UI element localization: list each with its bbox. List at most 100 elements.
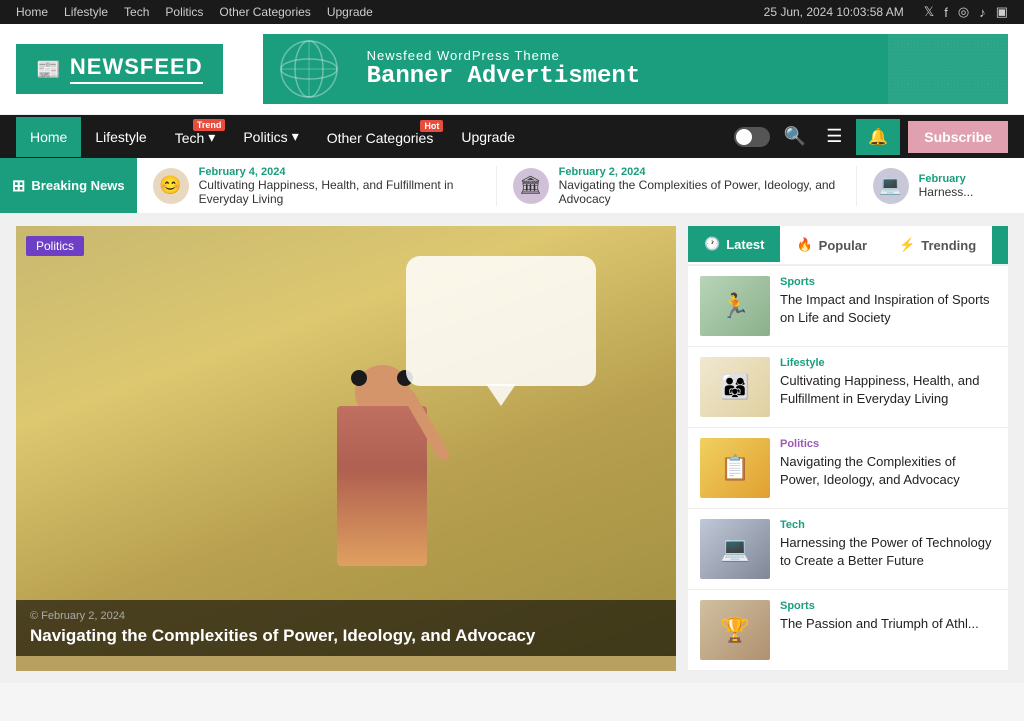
featured-caption: © February 2, 2024 Navigating the Comple… <box>16 600 676 656</box>
logo-icon: 📰 <box>36 57 62 82</box>
breaking-content-1: February 4, 2024 Cultivating Happiness, … <box>199 166 480 206</box>
topnav-home[interactable]: Home <box>16 5 48 19</box>
top-right: 25 Jun, 2024 10:03:58 AM 𝕏 f ◎ ♪ ▣ <box>764 4 1008 20</box>
dark-mode-toggle[interactable] <box>734 127 770 147</box>
nav-right: 🔍 ☰ 🔔 Subscribe <box>734 119 1008 155</box>
breaking-news-bar: ⊞ Breaking News 😊 February 4, 2024 Culti… <box>0 158 1024 214</box>
tab-popular[interactable]: 🔥 Popular <box>780 226 883 264</box>
article-title-4: The Passion and Triumph of Athl... <box>780 615 979 633</box>
breaking-label: ⊞ Breaking News <box>0 158 137 213</box>
grid-icon: ⊞ <box>12 176 25 196</box>
article-thumb-3: 💻 <box>700 519 770 579</box>
nav-other[interactable]: Other Categories Hot <box>313 116 448 158</box>
breaking-content-2: February 2, 2024 Navigating the Complexi… <box>559 166 840 206</box>
article-title-1: Cultivating Happiness, Health, and Fulfi… <box>780 372 996 408</box>
topnav-other[interactable]: Other Categories <box>219 5 310 19</box>
bubble-tail <box>486 384 516 406</box>
article-category-0: Sports <box>780 276 996 288</box>
article-info-0: Sports The Impact and Inspiration of Spo… <box>780 276 996 336</box>
banner-ad[interactable]: Newsfeed WordPress Theme Banner Advertis… <box>263 34 1008 104</box>
twitter-icon[interactable]: 𝕏 <box>924 4 934 20</box>
tiktok-icon[interactable]: ♪ <box>979 5 986 20</box>
latest-icon: 🕐 <box>704 236 720 252</box>
breaking-item-2[interactable]: 🏛 February 2, 2024 Navigating the Comple… <box>497 166 857 206</box>
sidebar: 🕐 Latest 🔥 Popular ⚡ Trending 🏃 Sports T… <box>688 226 1008 671</box>
breaking-title-1: Cultivating Happiness, Health, and Fulfi… <box>199 178 480 206</box>
nav-lifestyle[interactable]: Lifestyle <box>81 117 160 157</box>
popular-icon: 🔥 <box>796 237 812 253</box>
top-nav: Home Lifestyle Tech Politics Other Categ… <box>16 5 373 19</box>
article-category-1: Lifestyle <box>780 357 996 369</box>
hot-badge: Hot <box>420 120 443 132</box>
toggle-knob <box>736 129 752 145</box>
sidebar-article-3[interactable]: 💻 Tech Harnessing the Power of Technolog… <box>688 509 1008 590</box>
nav-home[interactable]: Home <box>16 117 81 157</box>
sidebar-article-2[interactable]: 📋 Politics Navigating the Complexities o… <box>688 428 1008 509</box>
featured-tag: Politics <box>26 236 84 256</box>
topnav-politics[interactable]: Politics <box>165 5 203 19</box>
breaking-items: 😊 February 4, 2024 Cultivating Happiness… <box>137 158 1024 213</box>
top-bar: Home Lifestyle Tech Politics Other Categ… <box>0 0 1024 24</box>
logo-text: NEWSFEED <box>70 54 203 84</box>
sidebar-article-1[interactable]: 👨‍👩‍👧 Lifestyle Cultivating Happiness, H… <box>688 347 1008 428</box>
nav-politics[interactable]: Politics ▾ <box>229 116 312 157</box>
sidebar-tabs: 🕐 Latest 🔥 Popular ⚡ Trending <box>688 226 1008 266</box>
featured-article[interactable]: Politics © Februa <box>16 226 676 671</box>
article-category-4: Sports <box>780 600 979 612</box>
featured-date: © February 2, 2024 <box>30 610 662 622</box>
breaking-title-2: Navigating the Complexities of Power, Id… <box>559 178 840 206</box>
article-title-0: The Impact and Inspiration of Sports on … <box>780 291 996 327</box>
breaking-date-2: February 2, 2024 <box>559 166 840 178</box>
article-title-2: Navigating the Complexities of Power, Id… <box>780 453 996 489</box>
subscribe-button[interactable]: Subscribe <box>908 121 1008 153</box>
breaking-avatar-3: 💻 <box>873 168 909 204</box>
article-info-3: Tech Harnessing the Power of Technology … <box>780 519 996 579</box>
person-figure <box>337 365 427 596</box>
article-category-3: Tech <box>780 519 996 531</box>
sidebar-article-4[interactable]: 🏆 Sports The Passion and Triumph of Athl… <box>688 590 1008 671</box>
tab-trending[interactable]: ⚡ Trending <box>883 226 992 264</box>
featured-title: Navigating the Complexities of Power, Id… <box>30 626 662 646</box>
facebook-icon[interactable]: f <box>944 5 948 20</box>
article-category-2: Politics <box>780 438 996 450</box>
article-thumb-0: 🏃 <box>700 276 770 336</box>
notify-button[interactable]: 🔔 <box>856 119 900 155</box>
article-thumb-4: 🏆 <box>700 600 770 660</box>
topnav-upgrade[interactable]: Upgrade <box>327 5 373 19</box>
breaking-avatar-1: 😊 <box>153 168 189 204</box>
article-thumb-1: 👨‍👩‍👧 <box>700 357 770 417</box>
banner-dots <box>888 34 1008 104</box>
tab-latest[interactable]: 🕐 Latest <box>688 226 780 264</box>
article-info-1: Lifestyle Cultivating Happiness, Health,… <box>780 357 996 417</box>
trend-badge: Trend <box>193 119 226 131</box>
sidebar-article-0[interactable]: 🏃 Sports The Impact and Inspiration of S… <box>688 266 1008 347</box>
topnav-lifestyle[interactable]: Lifestyle <box>64 5 108 19</box>
trending-icon: ⚡ <box>899 237 915 253</box>
ad-text: Newsfeed WordPress Theme Banner Advertis… <box>287 48 984 90</box>
nav-tech[interactable]: Tech Trend ▾ <box>161 115 230 158</box>
globe-icon <box>279 39 339 99</box>
nav-upgrade[interactable]: Upgrade <box>447 117 529 157</box>
breaking-item[interactable]: 😊 February 4, 2024 Cultivating Happiness… <box>137 166 497 206</box>
logo[interactable]: 📰 NEWSFEED <box>16 44 223 94</box>
article-title-3: Harnessing the Power of Technology to Cr… <box>780 534 996 570</box>
breaking-title-3: Harness... <box>919 185 974 199</box>
main-content: Politics © Februa <box>0 214 1024 683</box>
main-nav: Home Lifestyle Tech Trend ▾ Politics ▾ O… <box>0 115 1024 158</box>
datetime: 25 Jun, 2024 10:03:58 AM <box>764 5 904 19</box>
header: 📰 NEWSFEED Newsfeed WordPress Theme Bann… <box>0 24 1024 115</box>
article-thumb-2: 📋 <box>700 438 770 498</box>
search-button[interactable]: 🔍 <box>778 122 812 151</box>
breaking-avatar-2: 🏛 <box>513 168 549 204</box>
breaking-content-3: February Harness... <box>919 173 974 199</box>
breaking-date-1: February 4, 2024 <box>199 166 480 178</box>
breaking-date-3: February <box>919 173 974 185</box>
breaking-item-3[interactable]: 💻 February Harness... <box>857 168 1024 204</box>
instagram-icon[interactable]: ◎ <box>958 4 969 20</box>
topnav-tech[interactable]: Tech <box>124 5 149 19</box>
sidebar-articles: 🏃 Sports The Impact and Inspiration of S… <box>688 266 1008 671</box>
menu-button[interactable]: ☰ <box>820 122 848 151</box>
speech-bubble <box>406 256 596 386</box>
music-icon[interactable]: ▣ <box>996 4 1008 20</box>
featured-image: Politics © Februa <box>16 226 676 656</box>
